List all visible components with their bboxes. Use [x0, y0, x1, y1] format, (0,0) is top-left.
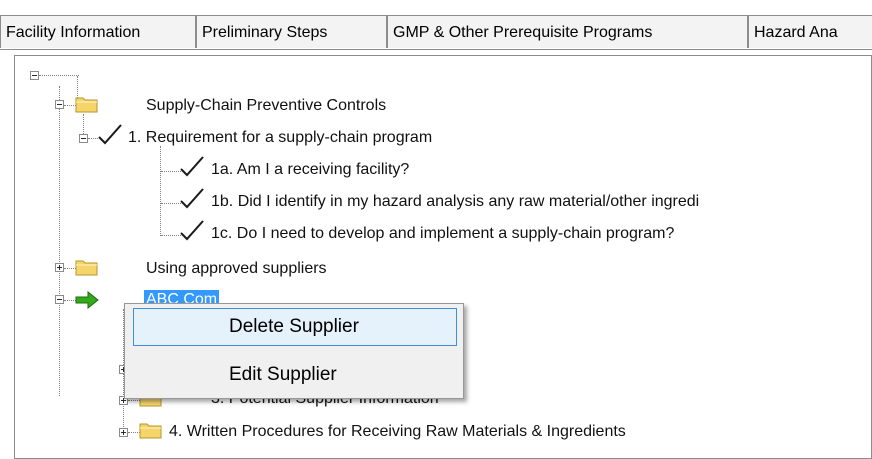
tab-label: Hazard Ana	[754, 24, 838, 41]
tree-label-req1b[interactable]: 1b. Did I identify in my hazard analysis…	[211, 192, 699, 212]
plus-icon	[55, 263, 64, 272]
checkmark-icon	[179, 218, 205, 247]
menu-item-label: Delete Supplier	[229, 316, 359, 337]
abc-com-collapse-toggle[interactable]	[55, 295, 64, 304]
tab-gmp-programs[interactable]: GMP & Other Prerequisite Programs	[387, 15, 748, 48]
requirement-collapse-toggle[interactable]	[79, 134, 88, 143]
tab-preliminary-steps[interactable]: Preliminary Steps	[196, 15, 387, 48]
menu-item-label: Edit Supplier	[229, 364, 337, 385]
tree-label-supply-chain[interactable]: Supply-Chain Preventive Controls	[146, 96, 386, 116]
tab-bar: Facility Information Preliminary Steps G…	[0, 15, 872, 50]
tree-label-req1a[interactable]: 1a. Am I a receiving facility?	[211, 160, 409, 180]
edit-supplier-menu-item[interactable]: Edit Supplier	[133, 356, 457, 394]
supply-chain-collapse-toggle[interactable]	[55, 100, 64, 109]
delete-supplier-menu-item[interactable]: Delete Supplier	[133, 308, 457, 346]
root-collapse-toggle[interactable]	[30, 71, 39, 80]
tree-label-written-procedures[interactable]: 4. Written Procedures for Receiving Raw …	[169, 422, 626, 442]
context-menu: Delete Supplier Edit Supplier	[124, 303, 464, 399]
tab-hazard-analysis[interactable]: Hazard Ana	[748, 15, 872, 48]
plus-icon[interactable]	[119, 428, 128, 437]
checkmark-icon	[179, 154, 205, 183]
tab-label: Facility Information	[6, 24, 141, 41]
folder-icon	[75, 95, 99, 118]
tab-facility-information[interactable]: Facility Information	[0, 15, 196, 48]
folder-icon	[139, 421, 163, 444]
folder-icon	[75, 258, 99, 281]
tree-label-approved-suppliers[interactable]: Using approved suppliers	[146, 259, 327, 279]
checkmark-icon	[97, 122, 123, 151]
tree-label-requirement[interactable]: 1. Requirement for a supply-chain progra…	[128, 128, 432, 148]
checkmark-icon	[179, 186, 205, 215]
tree-label-req1c[interactable]: 1c. Do I need to develop and implement a…	[211, 224, 674, 244]
tab-label: GMP & Other Prerequisite Programs	[393, 24, 653, 41]
tab-label: Preliminary Steps	[202, 24, 328, 41]
green-arrow-icon	[75, 290, 99, 314]
